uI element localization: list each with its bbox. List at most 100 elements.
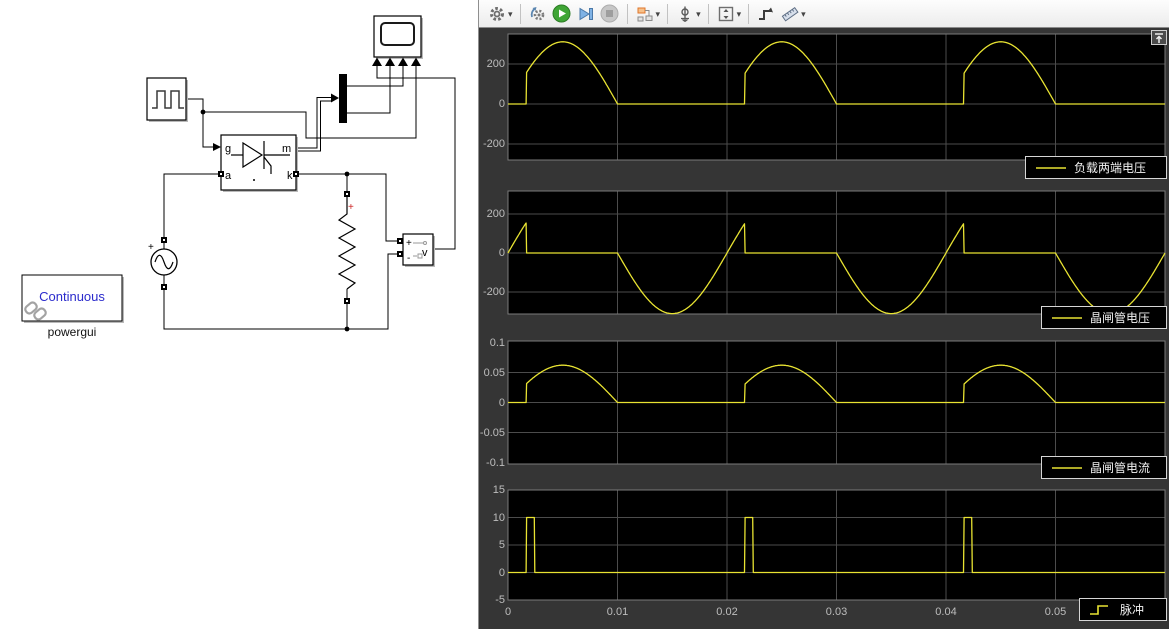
y-tick-label: -200 <box>479 285 505 299</box>
vmeas-minus-label: - <box>407 253 410 264</box>
y-tick-label: 0 <box>479 396 505 410</box>
toolbar-separator <box>520 4 521 24</box>
scale-axes-dropdown-caret[interactable]: ▾ <box>737 2 742 26</box>
y-tick-label: -200 <box>479 137 505 151</box>
legend-thyristor-current[interactable]: 晶闸管电流 <box>1041 456 1167 479</box>
voltage-measurement-block[interactable]: + - v <box>397 234 435 267</box>
scale-axes-icon <box>717 5 735 23</box>
legend-stair-sample <box>1089 603 1113 617</box>
y-tick-label: 200 <box>479 207 505 221</box>
wire-demux-out1-to-scope <box>347 66 403 86</box>
demux-input-arrow <box>331 94 339 103</box>
ac-voltage-source-block[interactable]: + <box>148 237 177 290</box>
highlight-dropdown-caret[interactable]: ▾ <box>656 2 661 26</box>
wire-bottom-rail <box>164 254 400 329</box>
y-tick-label: 0 <box>479 566 505 580</box>
port-label-k: k <box>287 170 293 182</box>
trigger-button[interactable] <box>673 2 697 26</box>
run-button[interactable] <box>550 2 574 26</box>
wire-pulse-to-scope <box>203 66 416 138</box>
demux-block[interactable] <box>339 74 347 123</box>
legend-line-sample <box>1051 313 1083 323</box>
x-tick-label: 0.02 <box>705 605 749 619</box>
wire-pulse-to-gate <box>186 99 213 147</box>
legend-label: 晶闸管电压 <box>1090 309 1150 326</box>
y-tick-label: 10 <box>479 511 505 525</box>
cursor-measurements-button[interactable] <box>754 2 778 26</box>
y-tick-label: -0.1 <box>479 456 505 470</box>
stepping-options-button[interactable] <box>526 2 550 26</box>
wire-a-to-source <box>164 174 221 249</box>
x-tick-label: 0.04 <box>924 605 968 619</box>
legend-label: 负载两端电压 <box>1074 159 1146 176</box>
wire-thyristor-m-vector-1 <box>296 98 331 149</box>
legend-label: 脉冲 <box>1120 601 1144 618</box>
port-label-m: m <box>282 143 291 155</box>
measurements-button[interactable] <box>778 2 802 26</box>
toolbar-separator <box>627 4 628 24</box>
toolbar-separator <box>708 4 709 24</box>
x-tick-label: 0 <box>486 605 530 619</box>
step-forward-icon <box>577 5 595 23</box>
gate-input-arrow <box>213 143 221 151</box>
play-icon <box>552 4 571 23</box>
dock-button[interactable] <box>1151 30 1167 45</box>
dock-arrow-icon <box>1153 32 1165 44</box>
vmeas-v-label: v <box>422 247 428 259</box>
ruler-icon <box>781 5 799 23</box>
stop-icon <box>600 4 619 23</box>
powergui-block[interactable]: Continuous powergui <box>22 275 124 339</box>
thyristor-dot <box>253 179 255 181</box>
scale-axes-button[interactable] <box>714 2 738 26</box>
resistor-block[interactable]: + <box>339 191 355 304</box>
y-tick-label: 15 <box>479 483 505 497</box>
highlight-simulink-block-button[interactable] <box>633 2 657 26</box>
pulse-generator-block[interactable] <box>147 78 188 122</box>
measurements-dropdown-caret[interactable]: ▾ <box>801 2 806 26</box>
y-tick-label: 200 <box>479 57 505 71</box>
legend-label: 晶闸管电流 <box>1090 459 1150 476</box>
legend-line-sample <box>1035 163 1067 173</box>
y-tick-label: 0 <box>479 97 505 111</box>
scope-window: ▾ <box>478 0 1169 629</box>
scope-toolbar: ▾ <box>479 0 1169 28</box>
screen: g m a k <box>0 0 1169 629</box>
scope-plot-area: 负载两端电压 晶闸管电压 晶闸管电流 脉冲 200 0 -200 200 0 -200 0.… <box>479 28 1169 629</box>
y-tick-label: 0.05 <box>479 366 505 380</box>
junction-dot <box>201 110 206 115</box>
gear-icon <box>488 5 506 23</box>
step-forward-button[interactable] <box>574 2 598 26</box>
blocks-icon <box>636 5 654 23</box>
legend-pulse[interactable]: 脉冲 <box>1079 598 1167 621</box>
settings-dropdown-caret[interactable]: ▾ <box>508 2 513 26</box>
junction-dot <box>345 327 350 332</box>
stepper-gear-icon <box>529 5 547 23</box>
powergui-type-text: Continuous <box>39 289 105 304</box>
wire-thyristor-m-vector-2 <box>296 101 331 151</box>
trigger-icon <box>676 5 694 23</box>
settings-button[interactable] <box>485 2 509 26</box>
x-tick-label: 0.01 <box>596 605 640 619</box>
y-tick-label: 0.1 <box>479 336 505 350</box>
y-tick-label: 0 <box>479 246 505 260</box>
legend-thyristor-voltage[interactable]: 晶闸管电压 <box>1041 306 1167 329</box>
vmeas-plus-label: + <box>406 238 412 249</box>
y-tick-label: -0.05 <box>479 426 505 440</box>
port-label-a: a <box>225 170 232 182</box>
powergui-block-label: powergui <box>48 325 97 339</box>
toolbar-separator <box>667 4 668 24</box>
cursor-wave-icon <box>757 5 775 23</box>
legend-line-sample <box>1051 463 1083 473</box>
stop-button[interactable] <box>598 2 622 26</box>
thyristor-block[interactable]: g m a k <box>218 135 299 192</box>
legend-load-voltage[interactable]: 负载两端电压 <box>1025 156 1167 179</box>
scope-block[interactable] <box>372 16 423 66</box>
port-label-g: g <box>225 143 231 155</box>
source-polarity-plus: + <box>148 242 154 253</box>
y-tick-label: 5 <box>479 538 505 552</box>
simulink-model-canvas: g m a k <box>0 0 478 629</box>
trigger-dropdown-caret[interactable]: ▾ <box>696 2 701 26</box>
junction-dot <box>345 172 350 177</box>
toolbar-separator <box>748 4 749 24</box>
scope-screen-icon <box>381 23 414 45</box>
